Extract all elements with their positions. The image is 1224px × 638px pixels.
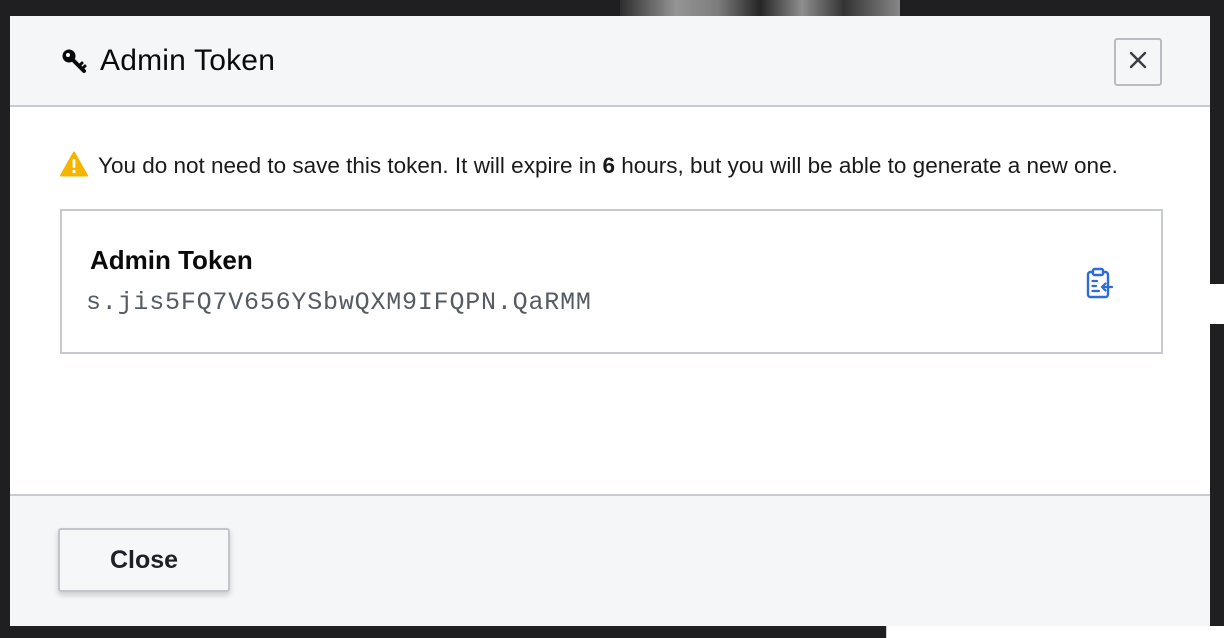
key-icon <box>60 46 90 76</box>
close-icon <box>1128 50 1148 75</box>
warning-text-part: You do not need to save this token. It w… <box>98 153 603 178</box>
warning-text-part: hours, but you will be able to generate … <box>615 153 1118 178</box>
background-page-fragment <box>1210 284 1224 324</box>
warning-icon <box>60 151 88 179</box>
background-page-fragment <box>886 626 1224 638</box>
close-modal-button[interactable] <box>1114 38 1162 86</box>
modal-header: Admin Token <box>10 16 1210 107</box>
token-card: Admin Token s.jis5FQ7V656YSbwQXM9IFQPN.Q… <box>60 209 1163 354</box>
background-page-fragment <box>620 0 900 16</box>
admin-token-modal: Admin Token You do not need to save this… <box>10 16 1210 626</box>
token-label: Admin Token <box>90 245 253 275</box>
warning-notice: You do not need to save this token. It w… <box>60 151 1162 184</box>
copy-token-button[interactable] <box>1083 267 1117 303</box>
modal-title: Admin Token <box>100 43 276 77</box>
modal-footer: Close <box>10 494 1210 626</box>
expiry-hours: 6 <box>602 153 615 178</box>
warning-text: You do not need to save this token. It w… <box>98 147 1158 184</box>
token-value[interactable]: s.jis5FQ7V656YSbwQXM9IFQPN.QaRMM <box>86 288 1133 317</box>
modal-body: You do not need to save this token. It w… <box>10 107 1210 494</box>
clipboard-copy-icon <box>1086 267 1114 304</box>
close-button[interactable]: Close <box>58 528 230 592</box>
